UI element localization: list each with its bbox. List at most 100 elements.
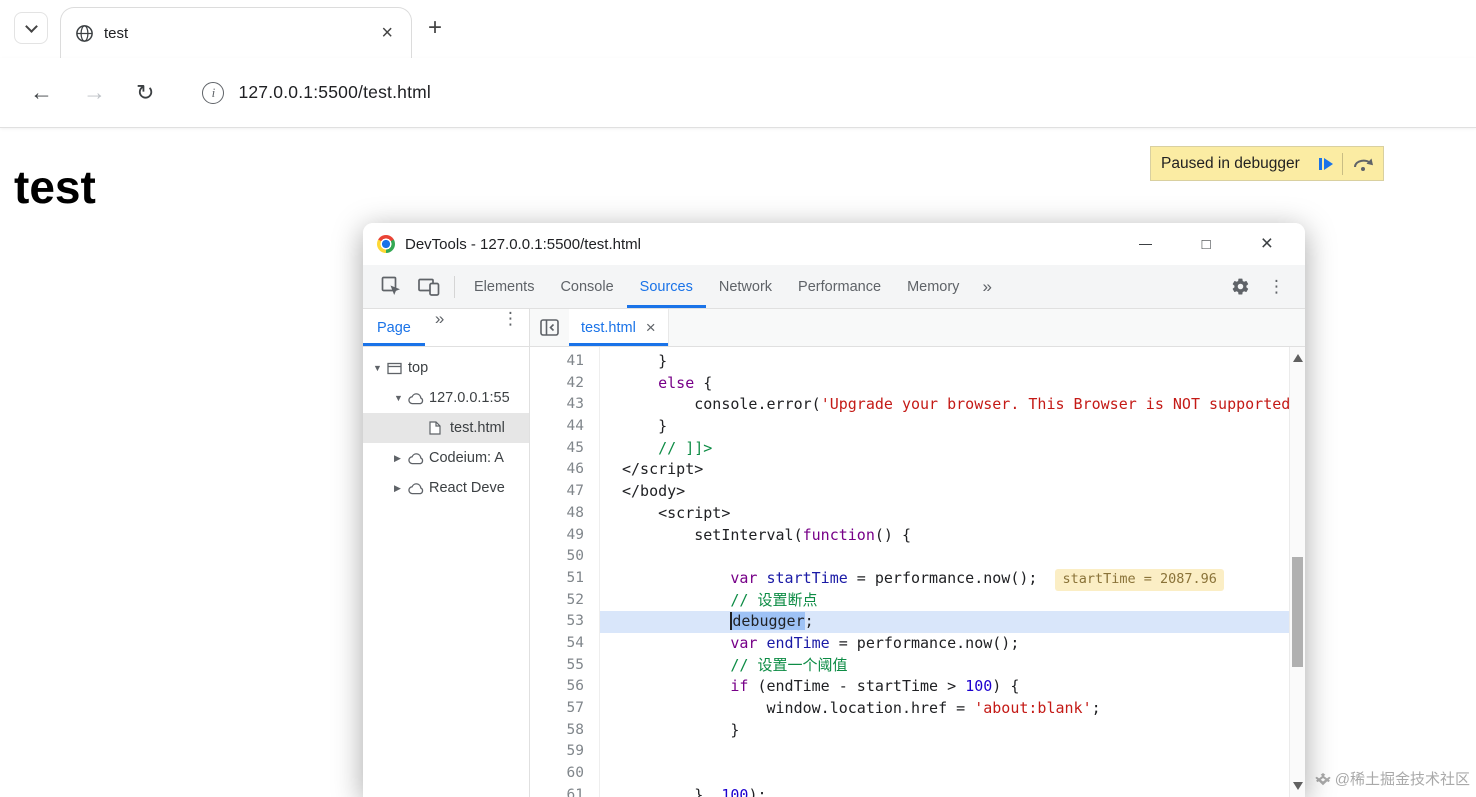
navigator-kebab-icon[interactable]: ⋮ (492, 309, 529, 346)
tree-item-test-html[interactable]: test.html (363, 413, 529, 443)
tab-close-icon[interactable]: × (377, 22, 397, 45)
line-number[interactable]: 51 (530, 568, 599, 590)
line-number[interactable]: 46 (530, 459, 599, 481)
code-line-56[interactable]: if (endTime - startTime > 100) { (600, 676, 1289, 698)
line-number[interactable]: 55 (530, 655, 599, 677)
line-number[interactable]: 41 (530, 351, 599, 373)
line-number[interactable]: 54 (530, 633, 599, 655)
devtools-tab-memory[interactable]: Memory (894, 265, 972, 308)
line-number[interactable]: 52 (530, 590, 599, 612)
tree-item-top[interactable]: ▼ top (363, 353, 529, 383)
devtools-tab-performance[interactable]: Performance (785, 265, 894, 308)
editor-scrollbar[interactable] (1289, 347, 1305, 797)
paused-in-debugger-banner: Paused in debugger (1150, 146, 1384, 181)
code-line-55[interactable]: // 设置一个阈值 (600, 655, 1289, 677)
devtools-tab-sources[interactable]: Sources (627, 265, 706, 308)
code-line-47[interactable]: </body> (600, 481, 1289, 503)
line-number[interactable]: 61 (530, 785, 599, 797)
code-line-50[interactable] (600, 546, 1289, 568)
code-line-48[interactable]: <script> (600, 503, 1289, 525)
line-number[interactable]: 49 (530, 525, 599, 547)
reload-icon[interactable]: ↻ (136, 80, 154, 106)
resume-icon (1318, 157, 1333, 170)
tree-item-react-deve[interactable]: ▶ React Deve (363, 473, 529, 503)
navigator-more-tabs[interactable]: » (425, 309, 454, 346)
maximize-button[interactable]: □ (1202, 236, 1211, 253)
expander-icon[interactable]: ▼ (373, 363, 387, 373)
kebab-menu-icon[interactable]: ⋮ (1258, 277, 1295, 297)
more-panels-button[interactable]: » (972, 277, 1001, 297)
minimize-button[interactable] (1138, 243, 1152, 245)
code-line-51[interactable]: var startTime = performance.now(); startT… (600, 568, 1289, 591)
code-line-49[interactable]: setInterval(function() { (600, 525, 1289, 547)
line-number[interactable]: 59 (530, 741, 599, 763)
devtools-tab-elements[interactable]: Elements (461, 265, 547, 308)
inspect-element-button[interactable] (373, 265, 410, 308)
browser-tab[interactable]: test × (60, 7, 412, 58)
tab-list-button[interactable] (14, 12, 48, 44)
code-line-46[interactable]: </script> (600, 459, 1289, 481)
code-token: debugger (730, 612, 805, 631)
line-number[interactable]: 45 (530, 438, 599, 460)
page-info-icon[interactable]: i (202, 81, 225, 104)
code-editor: 41 42 43 44 45 46 47 48 49 50 51 52 53 54 55 56 57 58 59 60… (530, 347, 1305, 797)
line-number[interactable]: 56 (530, 676, 599, 698)
devtools-titlebar[interactable]: DevTools - 127.0.0.1:5500/test.html □ × (363, 223, 1305, 265)
code-line-57[interactable]: window.location.href = 'about:blank'; (600, 698, 1289, 720)
code-line-54[interactable]: var endTime = performance.now(); (600, 633, 1289, 655)
editor-tab-close-icon[interactable]: × (646, 318, 656, 338)
scroll-down-icon[interactable] (1293, 782, 1303, 790)
line-number[interactable]: 60 (530, 763, 599, 785)
scroll-up-icon[interactable] (1293, 354, 1303, 362)
devtools-tab-network[interactable]: Network (706, 265, 785, 308)
device-toolbar-button[interactable] (410, 265, 448, 308)
resume-script-button[interactable] (1310, 147, 1342, 180)
back-icon[interactable]: ← (30, 79, 53, 106)
line-number[interactable]: 42 (530, 373, 599, 395)
code-token: { (694, 373, 713, 392)
code-token: ) { (992, 677, 1020, 696)
navigator-tab-page[interactable]: Page (363, 309, 425, 346)
line-number[interactable]: 53 (530, 611, 599, 633)
expander-icon[interactable]: ▶ (394, 453, 408, 464)
forward-icon[interactable]: → (83, 79, 106, 106)
minimize-icon (1138, 243, 1152, 245)
expander-icon[interactable]: ▼ (394, 393, 408, 403)
tree-item-codeium-a[interactable]: ▶ Codeium: A (363, 443, 529, 473)
scrollbar-thumb[interactable] (1292, 557, 1303, 667)
expander-icon[interactable]: ▶ (394, 483, 408, 494)
line-number[interactable]: 47 (530, 481, 599, 503)
editor-tab-test-html[interactable]: test.html × (569, 309, 669, 346)
settings-button[interactable] (1223, 277, 1258, 296)
code-line-60[interactable] (600, 763, 1289, 785)
page-heading: test (14, 161, 96, 213)
line-number[interactable]: 43 (530, 394, 599, 416)
paused-banner-label: Paused in debugger (1161, 154, 1300, 172)
line-number[interactable]: 44 (530, 416, 599, 438)
file-tree: ▼ top ▼ 127.0.0.1:55 test.html ▶ Codeium: A ▶ Re… (363, 347, 529, 797)
line-number[interactable]: 48 (530, 503, 599, 525)
line-number[interactable]: 57 (530, 698, 599, 720)
step-over-button[interactable] (1343, 147, 1383, 180)
code-line-43[interactable]: console.error('Upgrade your browser. Thi… (600, 394, 1289, 416)
line-number[interactable]: 58 (530, 720, 599, 742)
code-line-45[interactable]: // ]]> (600, 438, 1289, 460)
code-line-58[interactable]: } (600, 720, 1289, 742)
code-line-53[interactable]: debugger; (600, 611, 1289, 633)
window-controls: □ × (1138, 232, 1273, 256)
new-tab-button[interactable]: + (428, 14, 442, 42)
code-token: // 设置断点 (730, 590, 818, 609)
close-window-button[interactable]: × (1261, 232, 1273, 256)
devtools-tab-console[interactable]: Console (547, 265, 626, 308)
line-number[interactable]: 50 (530, 546, 599, 568)
code-line-41[interactable]: } (600, 351, 1289, 373)
url-text[interactable]: 127.0.0.1:5500/test.html (238, 82, 431, 103)
code-line-59[interactable] (600, 741, 1289, 763)
tree-item-127-0-0-1-55[interactable]: ▼ 127.0.0.1:55 (363, 383, 529, 413)
code-line-42[interactable]: else { (600, 373, 1289, 395)
code-line-44[interactable]: } (600, 416, 1289, 438)
code-line-61[interactable]: }, 100); (600, 785, 1289, 797)
code-line-52[interactable]: // 设置断点 (600, 590, 1289, 612)
code-token: </body> (622, 482, 686, 501)
collapse-navigator-button[interactable] (530, 309, 569, 346)
